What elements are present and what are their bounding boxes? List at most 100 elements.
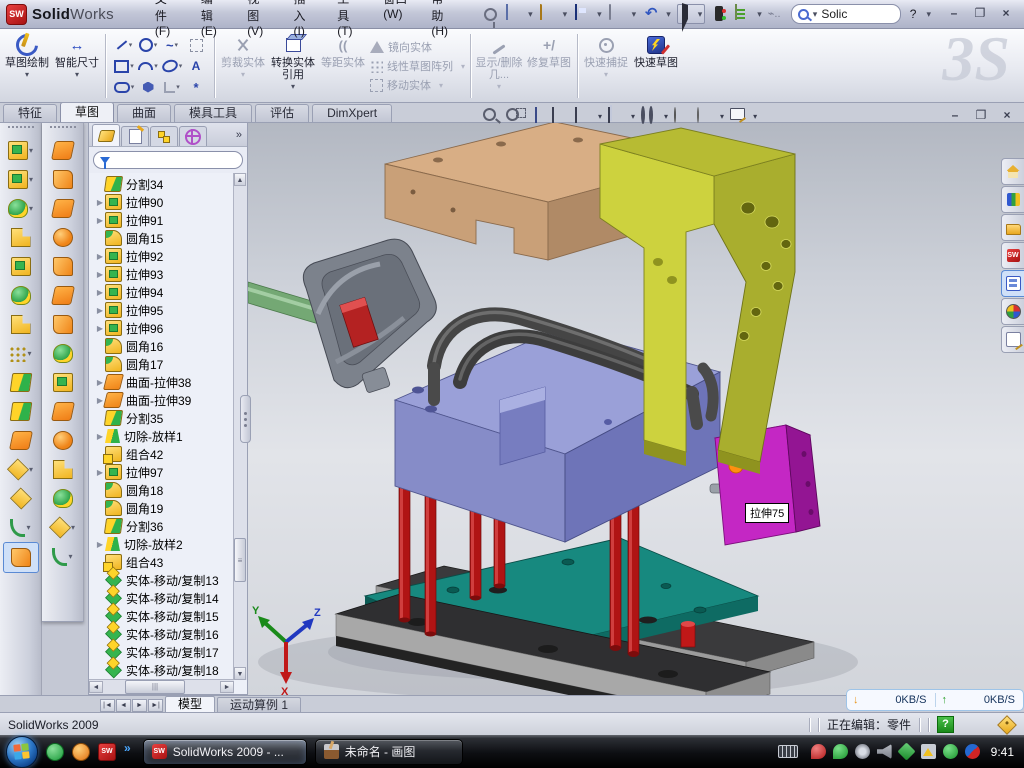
ellipse-tool[interactable]: ▾ <box>160 56 184 77</box>
planar-surface-button[interactable] <box>46 136 80 165</box>
netball-icon[interactable] <box>965 744 980 759</box>
taskpane-file-explorer[interactable] <box>1001 214 1024 241</box>
tree-item[interactable]: 圆角16 <box>95 337 234 355</box>
taskpane-home[interactable] <box>1001 158 1024 185</box>
options-icon[interactable]: ⌁.. <box>768 5 786 23</box>
tab-surfaces[interactable]: 曲面 <box>117 104 171 122</box>
close-icon[interactable]: × <box>998 7 1014 21</box>
search-box[interactable]: ▾ Solic <box>791 4 901 24</box>
tags-icon[interactable] <box>997 715 1017 735</box>
antivirus-red-icon[interactable] <box>811 744 826 759</box>
tabs-overflow-icon[interactable]: » <box>236 129 242 141</box>
tab-sketch[interactable]: 草图 <box>60 102 114 122</box>
tree-item[interactable]: ▶曲面-拉伸38 <box>95 373 234 391</box>
volume-icon[interactable] <box>877 744 892 759</box>
tree-item[interactable]: ▶切除-放样1 <box>95 427 234 445</box>
menu-window[interactable]: 窗口(W) <box>372 0 418 42</box>
taskpane-solidworks-resources[interactable]: SW <box>1001 242 1024 269</box>
tree-item[interactable]: ▶拉伸90 <box>95 193 234 211</box>
print-icon[interactable] <box>609 4 611 20</box>
tree-item[interactable]: ▶拉伸95 <box>95 301 234 319</box>
tree-item[interactable]: ▶切除-放样2 <box>95 535 234 553</box>
featuremanager-tab[interactable] <box>92 124 120 146</box>
motion-study-tab[interactable]: 运动算例 1 <box>217 697 301 713</box>
next-tab-icon[interactable]: ► <box>132 699 147 712</box>
prev-tab-icon[interactable]: ◄ <box>116 699 131 712</box>
fillet-button[interactable]: ▾ <box>4 194 38 223</box>
scroll-left-icon[interactable]: ◄ <box>89 681 103 693</box>
tree-item[interactable]: ▶拉伸96 <box>95 319 234 337</box>
model-tab[interactable]: 模型 <box>165 696 215 713</box>
tree-item[interactable]: 圆角15 <box>95 229 234 247</box>
tree-item[interactable]: 圆角18 <box>95 481 234 499</box>
tree-item[interactable]: 实体-移动/复制18 <box>95 661 234 679</box>
panel-splitter-handle[interactable] <box>240 395 251 443</box>
chamfer-button[interactable] <box>4 223 38 252</box>
menu-view[interactable]: 视图(V) <box>236 0 280 42</box>
tree-item[interactable]: ▶拉伸92 <box>95 247 234 265</box>
hide-show-items-icon[interactable] <box>641 106 645 124</box>
extrude-cut-button[interactable]: ▾ <box>4 165 38 194</box>
ball-icon[interactable] <box>72 743 90 761</box>
tree-item[interactable]: ▶拉伸94 <box>95 283 234 301</box>
tab-evaluate[interactable]: 评估 <box>255 104 309 122</box>
scroll-up-icon[interactable]: ▲ <box>234 173 246 186</box>
view-orientation-icon[interactable] <box>575 107 577 123</box>
last-tab-icon[interactable]: ►| <box>148 699 163 712</box>
new-document-icon[interactable] <box>506 4 508 20</box>
taskbar-button-solidworks[interactable]: SW SolidWorks 2009 - ... <box>143 739 307 765</box>
toolbar-grip[interactable] <box>50 126 76 132</box>
solidworks-quicklaunch-icon[interactable]: SW <box>98 743 116 761</box>
propertymanager-tab[interactable] <box>121 126 149 146</box>
dimxpertmanager-tab[interactable] <box>179 126 207 146</box>
mold-insert-button[interactable] <box>4 426 38 455</box>
rectangle-tool[interactable]: ▾ <box>112 56 136 77</box>
taskpane-appearances[interactable] <box>1001 298 1024 325</box>
tree-item[interactable]: ▶拉伸93 <box>95 265 234 283</box>
radiate-surface-button[interactable] <box>46 194 80 223</box>
section-view-icon[interactable] <box>552 107 554 123</box>
open-icon[interactable] <box>540 4 542 20</box>
slot-tool[interactable]: ▾ <box>112 77 136 98</box>
undo-dropdown-icon[interactable]: ▾ <box>666 9 671 20</box>
minimize-icon[interactable]: – <box>946 7 962 21</box>
rib-button[interactable] <box>4 310 38 339</box>
open-dropdown-icon[interactable]: ▾ <box>563 9 568 20</box>
tree-item[interactable]: 圆角19 <box>95 499 234 517</box>
tab-mold-tools[interactable]: 模具工具 <box>174 104 252 122</box>
taskpane-custom-properties[interactable] <box>1001 326 1024 353</box>
save-dropdown-icon[interactable]: ▾ <box>597 9 602 20</box>
filter-input[interactable] <box>93 151 243 169</box>
draft-button[interactable] <box>4 281 38 310</box>
traffic-light-icon[interactable] <box>715 6 723 21</box>
search-input[interactable]: Solic <box>821 7 847 21</box>
taskbar-button-paint[interactable]: 未命名 - 画图 <box>315 739 463 765</box>
pattern-button[interactable]: ▾ <box>4 339 38 368</box>
taskpane-view-palette[interactable] <box>1001 270 1024 297</box>
display-style-icon[interactable] <box>608 107 610 123</box>
shell-button[interactable] <box>4 252 38 281</box>
gear-icon[interactable] <box>855 744 870 759</box>
fillet-tool[interactable]: ▾ <box>160 77 184 98</box>
pin-icon[interactable] <box>484 8 497 21</box>
appearances-icon[interactable] <box>674 107 676 123</box>
scale-button[interactable]: ▾ <box>46 513 80 542</box>
tab-dimxpert[interactable]: DimXpert <box>312 104 392 122</box>
quick-tips-icon[interactable]: ? <box>937 716 954 733</box>
tree-item[interactable]: ▶拉伸91 <box>95 211 234 229</box>
new-dropdown-icon[interactable]: ▾ <box>528 9 533 20</box>
doc-restore-icon[interactable]: ❐ <box>972 108 990 123</box>
menu-edit[interactable]: 编辑(E) <box>190 0 234 42</box>
parting-surface-button[interactable] <box>46 397 80 426</box>
zoom-area-icon[interactable] <box>506 108 519 121</box>
split-button[interactable] <box>4 368 38 397</box>
tooling-split-button[interactable] <box>46 426 80 455</box>
tab-features[interactable]: 特征 <box>3 104 57 122</box>
rapid-sketch-button[interactable]: 快速草图 <box>631 30 681 102</box>
spline-tool-button[interactable]: ▾ <box>46 542 80 571</box>
taskpane-design-library[interactable] <box>1001 186 1024 213</box>
text-tool[interactable]: A <box>184 56 208 77</box>
first-tab-icon[interactable]: |◄ <box>100 699 115 712</box>
doc-close-icon[interactable]: × <box>998 108 1016 123</box>
tree-item[interactable]: 分割36 <box>95 517 234 535</box>
